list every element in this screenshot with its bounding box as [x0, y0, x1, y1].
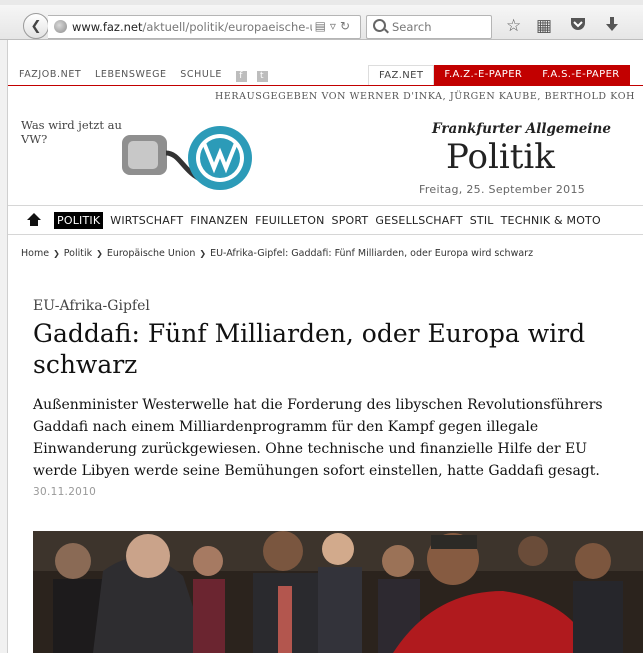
publishers-line: HERAUSGEGEBEN VON WERNER D'INKA, JÜRGEN … [215, 91, 635, 102]
breadcrumb-home[interactable]: Home [21, 248, 49, 259]
breadcrumb-eu[interactable]: Europäische Union [107, 248, 196, 259]
reader-view-icon[interactable]: ▤ [315, 19, 330, 33]
globe-icon [54, 20, 67, 33]
search-icon [373, 19, 386, 32]
search-placeholder: Search [392, 20, 432, 34]
article-date: 30.11.2010 [33, 486, 97, 498]
chevron-right-icon: ❯ [96, 249, 103, 258]
back-button[interactable]: ❮ [23, 13, 49, 39]
breadcrumb-current: EU-Afrika-Gipfel: Gaddafi: Fünf Milliard… [210, 248, 534, 259]
top-link-lebenswege[interactable]: LEBENSWEGE [95, 69, 167, 80]
twitter-icon[interactable]: t [256, 71, 268, 82]
dropdown-icon[interactable]: ▿ [330, 19, 340, 33]
search-input[interactable]: Search [366, 15, 492, 39]
red-divider [8, 85, 643, 86]
article-photo[interactable] [33, 531, 643, 653]
nav-technik-motor[interactable]: TECHNIK & MOTO [501, 214, 601, 227]
nav-wirtschaft[interactable]: WIRTSCHAFT [110, 214, 183, 227]
nav-politik[interactable]: POLITIK [54, 211, 104, 229]
tab-faznet[interactable]: FAZ.NET [368, 65, 435, 86]
breadcrumb: Home ❯ Politik ❯ Europäische Union ❯ EU-Afrika… [21, 248, 533, 259]
masthead-date: Freitag, 25. September 2015 [419, 183, 586, 196]
nav-finanzen[interactable]: FINANZEN [190, 214, 248, 227]
top-link-fazjob[interactable]: FAZJOB.NET [19, 69, 81, 80]
article-teaser: Außenminister Westerwelle hat die Forder… [33, 397, 603, 479]
bookmark-star-icon[interactable]: ☆ [506, 16, 521, 36]
article-title: Gaddafi: Fünf Milliarden, oder Europa wi… [33, 319, 586, 379]
top-link-schule[interactable]: SCHULE [180, 69, 222, 80]
reload-icon[interactable]: ↻ [340, 19, 354, 33]
chevron-right-icon: ❯ [53, 249, 60, 258]
tab-fas-epaper[interactable]: F.A.S.-E-PAPER [532, 65, 630, 85]
home-icon[interactable] [27, 213, 41, 227]
breadcrumb-politik[interactable]: Politik [64, 248, 92, 259]
download-icon[interactable] [605, 16, 619, 37]
window-left-edge [0, 40, 8, 653]
url-text: www.faz.net/aktuell/politik/europaeische… [72, 20, 312, 34]
back-arrow-icon: ❮ [30, 18, 42, 34]
tab-faz-epaper[interactable]: F.A.Z.-E-PAPER [434, 65, 533, 85]
article-kicker: EU-Afrika-Gipfel [33, 298, 150, 314]
url-bar[interactable]: www.faz.net/aktuell/politik/europaeische… [48, 15, 361, 39]
chevron-right-icon: ❯ [199, 249, 207, 258]
nav-gesellschaft[interactable]: GESELLSCHAFT [375, 214, 462, 227]
nav-stil[interactable]: STIL [470, 214, 494, 227]
main-navigation: POLITIK WIRTSCHAFT FINANZEN FEUILLETON S… [8, 205, 643, 235]
masthead-name[interactable]: Frankfurter Allgemeine [432, 121, 611, 137]
browser-toolbar: ❮ www.faz.net/aktuell/politik/europaeisc… [0, 5, 643, 40]
bookmarks-list-icon[interactable]: ▦ [536, 16, 552, 36]
pocket-icon[interactable] [570, 16, 586, 36]
nav-sport[interactable]: SPORT [332, 214, 369, 227]
masthead-section: Politik [446, 137, 555, 177]
top-links: FAZJOB.NET LEBENSWEGE SCHULE ft [19, 69, 278, 82]
ad-image[interactable] [122, 123, 256, 193]
edition-tabs: FAZ.NET F.A.Z.-E-PAPER F.A.S.-E-PAPER [368, 65, 630, 86]
ad-text[interactable]: Was wird jetzt aus VW? [21, 118, 131, 146]
facebook-icon[interactable]: f [235, 71, 247, 82]
nav-feuilleton[interactable]: FEUILLETON [255, 214, 324, 227]
